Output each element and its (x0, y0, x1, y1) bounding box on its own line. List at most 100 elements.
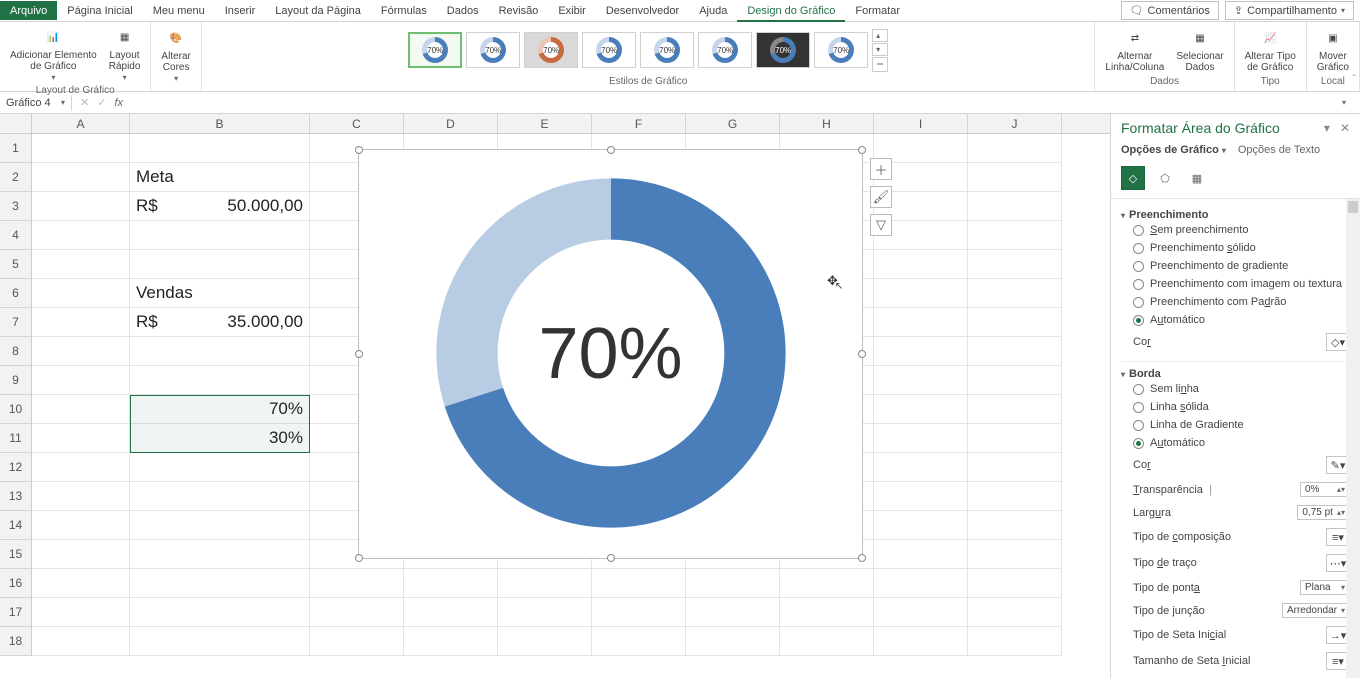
fill-auto-radio[interactable]: Automático (1121, 311, 1350, 329)
cell[interactable] (968, 221, 1062, 250)
cell[interactable] (968, 511, 1062, 540)
cell[interactable] (130, 337, 310, 366)
cell[interactable] (130, 540, 310, 569)
cell[interactable] (968, 540, 1062, 569)
row-header[interactable]: 13 (0, 482, 32, 511)
row-header[interactable]: 5 (0, 250, 32, 279)
transparency-input[interactable]: 0%▴▾ (1300, 482, 1350, 497)
row-header[interactable]: 16 (0, 569, 32, 598)
cell[interactable] (874, 627, 968, 656)
cell[interactable] (780, 598, 874, 627)
fill-picture-radio[interactable]: Preenchimento com imagem ou textura (1121, 275, 1350, 293)
cell[interactable] (32, 308, 130, 337)
cell[interactable] (874, 453, 968, 482)
tab-format[interactable]: Formatar (845, 1, 910, 20)
tab-pagelayout[interactable]: Layout da Página (265, 1, 371, 20)
cell[interactable] (968, 163, 1062, 192)
cell[interactable] (874, 598, 968, 627)
cell[interactable] (130, 569, 310, 598)
tab-data[interactable]: Dados (437, 1, 489, 20)
cell[interactable]: R$35.000,00 (130, 308, 310, 337)
select-all-corner[interactable] (0, 114, 32, 133)
move-chart-button[interactable]: ▣Mover Gráfico (1313, 25, 1353, 75)
tab-insert[interactable]: Inserir (215, 1, 266, 20)
cell[interactable] (32, 540, 130, 569)
cell[interactable] (32, 569, 130, 598)
cell[interactable] (968, 424, 1062, 453)
col-header-G[interactable]: G (686, 114, 780, 133)
cell[interactable] (32, 192, 130, 221)
row-header[interactable]: 3 (0, 192, 32, 221)
border-solid-radio[interactable]: Linha sólida (1121, 398, 1350, 416)
cell[interactable] (32, 424, 130, 453)
cell[interactable] (592, 569, 686, 598)
width-input[interactable]: 0,75 pt▴▾ (1297, 505, 1350, 520)
cell[interactable] (130, 250, 310, 279)
cell[interactable] (968, 598, 1062, 627)
add-chart-element-button[interactable]: 📊 Adicionar Elemento de Gráfico▾ (6, 24, 101, 85)
row-header[interactable]: 18 (0, 627, 32, 656)
cell[interactable] (498, 627, 592, 656)
chart-styles-button[interactable]: 🖌 (870, 186, 892, 208)
chart-style-5[interactable]: 70% (640, 32, 694, 68)
cell[interactable] (32, 598, 130, 627)
formula-input[interactable] (131, 94, 1334, 112)
cell[interactable]: 70% (130, 395, 310, 424)
effects-category-icon[interactable]: ⬠ (1153, 166, 1177, 190)
cell[interactable] (32, 163, 130, 192)
col-header-I[interactable]: I (874, 114, 968, 133)
cell[interactable] (32, 511, 130, 540)
select-data-button[interactable]: ▦Selecionar Dados (1172, 25, 1227, 75)
cell[interactable] (874, 279, 968, 308)
tab-help[interactable]: Ajuda (689, 1, 737, 20)
fill-gradient-radio[interactable]: Preenchimento de gradiente (1121, 257, 1350, 275)
cap-type-select[interactable]: Plana▾ (1300, 580, 1350, 595)
chart-style-7[interactable]: 70% (756, 32, 810, 68)
cell[interactable] (968, 250, 1062, 279)
pane-close-button[interactable]: ✕ (1340, 121, 1350, 135)
pane-scrollbar[interactable] (1346, 199, 1360, 678)
cell[interactable] (310, 627, 404, 656)
quick-layout-button[interactable]: ▦ Layout Rápido▾ (105, 24, 145, 85)
col-header-F[interactable]: F (592, 114, 686, 133)
size-props-category-icon[interactable]: ▦ (1185, 166, 1209, 190)
cell[interactable] (130, 453, 310, 482)
change-colors-button[interactable]: 🎨 Alterar Cores▾ (157, 25, 194, 86)
chart-filters-button[interactable]: ▽ (870, 214, 892, 236)
border-none-radio[interactable]: Sem linha (1121, 380, 1350, 398)
row-header[interactable]: 12 (0, 453, 32, 482)
cell[interactable] (874, 308, 968, 337)
row-header[interactable]: 2 (0, 163, 32, 192)
style-scroll-down[interactable]: ▾ (872, 43, 888, 56)
switch-row-column-button[interactable]: ⇄Alternar Linha/Coluna (1101, 25, 1168, 75)
col-header-D[interactable]: D (404, 114, 498, 133)
cell[interactable] (130, 511, 310, 540)
border-auto-radio[interactable]: Automático (1121, 434, 1350, 452)
fx-icon[interactable]: fx (114, 97, 123, 109)
cell[interactable] (874, 540, 968, 569)
row-header[interactable]: 4 (0, 221, 32, 250)
row-header[interactable]: 11 (0, 424, 32, 453)
cell[interactable]: Vendas (130, 279, 310, 308)
row-header[interactable]: 9 (0, 366, 32, 395)
cell[interactable] (968, 279, 1062, 308)
chart-style-6[interactable]: 70% (698, 32, 752, 68)
cell[interactable] (874, 569, 968, 598)
comments-button[interactable]: 🗨Comentários (1121, 1, 1219, 20)
style-gallery-more[interactable]: ＝ (872, 57, 888, 72)
worksheet[interactable]: A B C D E F G H I J 12Meta3R$50.000,0045… (0, 114, 1110, 678)
cell[interactable] (310, 598, 404, 627)
expand-formula-bar[interactable]: ▾ (1342, 98, 1346, 107)
chart-options-tab[interactable]: Opções de Gráfico▾ (1121, 144, 1226, 156)
cell[interactable] (592, 598, 686, 627)
cell[interactable] (130, 598, 310, 627)
style-scroll-up[interactable]: ▴ (872, 29, 888, 42)
row-header[interactable]: 14 (0, 511, 32, 540)
cell[interactable] (780, 569, 874, 598)
cell[interactable]: 30% (130, 424, 310, 453)
fill-solid-radio[interactable]: Preenchimento sólido (1121, 239, 1350, 257)
cell[interactable]: R$50.000,00 (130, 192, 310, 221)
tab-review[interactable]: Revisão (489, 1, 549, 20)
cell[interactable] (32, 453, 130, 482)
cell[interactable] (686, 627, 780, 656)
